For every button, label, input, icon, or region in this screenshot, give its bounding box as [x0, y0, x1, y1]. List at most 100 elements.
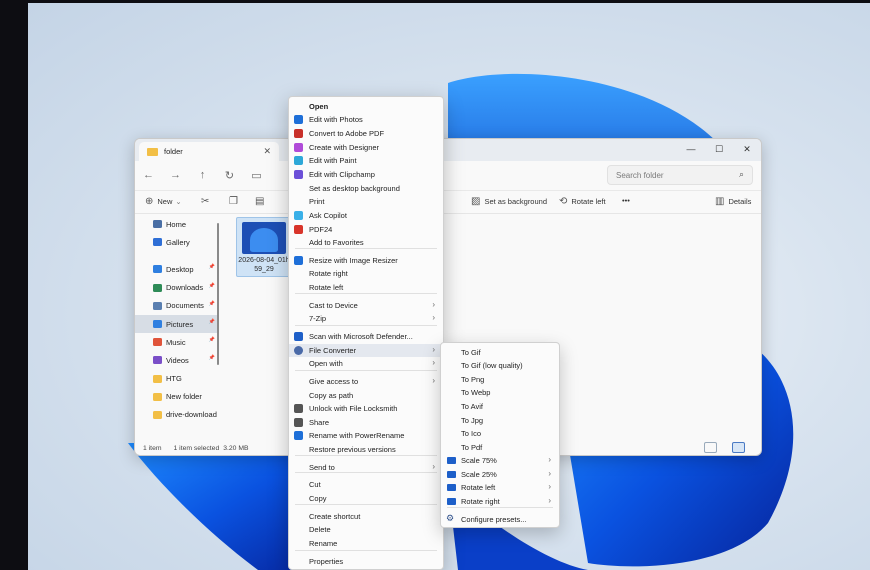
- file-item[interactable]: 2026-08-04_01h 59_29: [236, 217, 292, 277]
- menu-item-rename[interactable]: Rename: [289, 537, 443, 550]
- submenu-item-rotate-left[interactable]: Rotate left ›: [441, 481, 559, 494]
- menu-item-scan-with-microsoft-defender[interactable]: Scan with Microsoft Defender...: [289, 330, 443, 343]
- submenu-item-to-png[interactable]: To Png: [441, 373, 559, 386]
- sidebar-item-home[interactable]: Home: [135, 215, 219, 233]
- folder-icon: [447, 457, 456, 464]
- new-button[interactable]: ⊕ New ⌄: [145, 196, 182, 207]
- menu-item-give-access-to[interactable]: Give access to ›: [289, 375, 443, 388]
- menu-item-label: Edit with Clipchamp: [309, 170, 375, 179]
- tab-title: folder: [164, 147, 183, 156]
- sidebar-item-label: Home: [166, 219, 187, 229]
- sidebar-item-videos[interactable]: Videos 📌: [135, 351, 219, 369]
- menu-item-label: Create shortcut: [309, 512, 361, 521]
- submenu-item-label: To Webp: [461, 388, 491, 397]
- up-arrow-icon[interactable]: ↑: [189, 169, 216, 181]
- close-tab-icon[interactable]: ✕: [263, 146, 271, 157]
- minimize-button[interactable]: —: [677, 139, 705, 161]
- folder-icon: [153, 410, 162, 419]
- menu-item-print[interactable]: Print: [289, 195, 443, 208]
- sidebar-item-documents[interactable]: Documents 📌: [135, 297, 219, 315]
- forward-arrow-icon[interactable]: →: [162, 169, 189, 181]
- menu-item-resize-with-image-resizer[interactable]: Resize with Image Resizer: [289, 254, 443, 267]
- sidebar-item-desktop[interactable]: Desktop 📌: [135, 260, 219, 278]
- tab-folder[interactable]: folder ✕: [139, 142, 279, 161]
- submenu-item-scale-75[interactable]: Scale 75% ›: [441, 454, 559, 467]
- menu-item-open-with[interactable]: Open with ›: [289, 357, 443, 370]
- back-arrow-icon[interactable]: ←: [135, 169, 162, 181]
- sidebar-scrollbar[interactable]: [217, 223, 219, 365]
- sidebar-item-gallery[interactable]: Gallery: [135, 233, 219, 251]
- menu-item-delete[interactable]: Delete: [289, 523, 443, 536]
- sidebar-item-label: Videos: [166, 355, 189, 365]
- submenu-item-to-jpg[interactable]: To Jpg: [441, 414, 559, 427]
- sidebar-item-music[interactable]: Music 📌: [135, 333, 219, 351]
- menu-item-cut[interactable]: Cut: [289, 478, 443, 491]
- menu-item-open[interactable]: Open: [289, 100, 443, 113]
- monitor-icon[interactable]: ▭: [243, 169, 270, 182]
- paste-icon: ▤: [255, 196, 265, 207]
- folder-icon: [447, 471, 456, 478]
- details-view-button[interactable]: [704, 442, 717, 453]
- more-options-button[interactable]: •••: [622, 196, 630, 205]
- large-icons-view-button[interactable]: [732, 442, 745, 453]
- menu-separator: [295, 550, 437, 551]
- paste-button[interactable]: ▤: [255, 196, 268, 207]
- search-input[interactable]: Search folder ⌕: [607, 165, 753, 185]
- rotate-left-button[interactable]: ⟲ Rotate left: [559, 196, 606, 207]
- sidebar-item-downloads[interactable]: Downloads 📌: [135, 279, 219, 297]
- command-bar: ⊕ New ⌄ ✂ ❐ ▤ ▨ Set as background ⟲ Rota…: [135, 190, 761, 214]
- menu-item-ask-copilot[interactable]: Ask Copilot: [289, 209, 443, 222]
- menu-item-unlock-with-file-locksmith[interactable]: Unlock with File Locksmith: [289, 402, 443, 415]
- submenu-item-label: To Png: [461, 375, 485, 384]
- submenu-item-label: To Ico: [461, 429, 482, 438]
- menu-item-label: Add to Favorites: [309, 238, 364, 247]
- menu-item-label: PDF24: [309, 225, 333, 234]
- menu-item-convert-to-adobe-pdf[interactable]: Convert to Adobe PDF: [289, 127, 443, 140]
- copy-button[interactable]: ❐: [229, 196, 242, 207]
- submenu-item-to-gif-low-quality[interactable]: To Gif (low quality): [441, 359, 559, 372]
- set-background-button[interactable]: ▨ Set as background: [471, 196, 547, 207]
- home-icon: [153, 220, 162, 229]
- sidebar-item-drive-download[interactable]: drive-download: [135, 406, 219, 424]
- menu-item-edit-with-paint[interactable]: Edit with Paint: [289, 154, 443, 167]
- close-button[interactable]: ✕: [733, 139, 761, 161]
- submenu-item-scale-25[interactable]: Scale 25% ›: [441, 468, 559, 481]
- refresh-icon[interactable]: ↻: [216, 169, 243, 182]
- menu-item-edit-with-clipchamp[interactable]: Edit with Clipchamp: [289, 168, 443, 181]
- share-icon: [294, 418, 303, 427]
- menu-item-edit-with-photos[interactable]: Edit with Photos: [289, 113, 443, 126]
- menu-item-set-as-desktop-background[interactable]: Set as desktop background: [289, 182, 443, 195]
- menu-item-properties[interactable]: Properties: [289, 555, 443, 568]
- menu-item-cast-to-device[interactable]: Cast to Device ›: [289, 299, 443, 312]
- menu-item-label: Copy: [309, 494, 327, 503]
- menu-item-label: Delete: [309, 525, 331, 534]
- menu-item-copy-as-path[interactable]: Copy as path: [289, 389, 443, 402]
- sidebar-item-label: Pictures: [166, 319, 194, 329]
- submenu-item-to-gif[interactable]: To Gif: [441, 346, 559, 359]
- menu-item-rotate-right[interactable]: Rotate right: [289, 267, 443, 280]
- menu-item-share[interactable]: Share: [289, 416, 443, 429]
- menu-separator: [295, 472, 437, 473]
- menu-item-label: Convert to Adobe PDF: [309, 129, 385, 138]
- submenu-item-to-pdf[interactable]: To Pdf: [441, 441, 559, 454]
- menu-item-pdf24[interactable]: PDF24: [289, 223, 443, 236]
- menu-item-create-shortcut[interactable]: Create shortcut: [289, 510, 443, 523]
- details-button[interactable]: ▥ Details: [715, 196, 751, 207]
- sidebar-item-new-folder[interactable]: New folder: [135, 388, 219, 406]
- submenu-item-configure-presets[interactable]: ⚙ Configure presets...: [441, 513, 559, 526]
- cut-button[interactable]: ✂: [201, 196, 213, 207]
- menu-item-file-converter[interactable]: File Converter ›: [289, 344, 443, 357]
- pin-icon: 📌: [208, 300, 215, 307]
- menu-item-7-zip[interactable]: 7-Zip ›: [289, 312, 443, 325]
- menu-item-create-with-designer[interactable]: Create with Designer: [289, 141, 443, 154]
- menu-item-rename-with-powerrename[interactable]: Rename with PowerRename: [289, 429, 443, 442]
- submenu-item-to-ico[interactable]: To Ico: [441, 427, 559, 440]
- sidebar-item-htg[interactable]: HTG: [135, 370, 219, 388]
- selected-size: 3.20 MB: [223, 444, 249, 452]
- submenu-item-to-avif[interactable]: To Avif: [441, 400, 559, 413]
- submenu-item-to-webp[interactable]: To Webp: [441, 386, 559, 399]
- window-controls: — ☐ ✕: [677, 139, 761, 161]
- search-icon: ⌕: [738, 169, 744, 179]
- maximize-button[interactable]: ☐: [705, 139, 733, 161]
- sidebar-item-pictures[interactable]: Pictures 📌: [135, 314, 219, 334]
